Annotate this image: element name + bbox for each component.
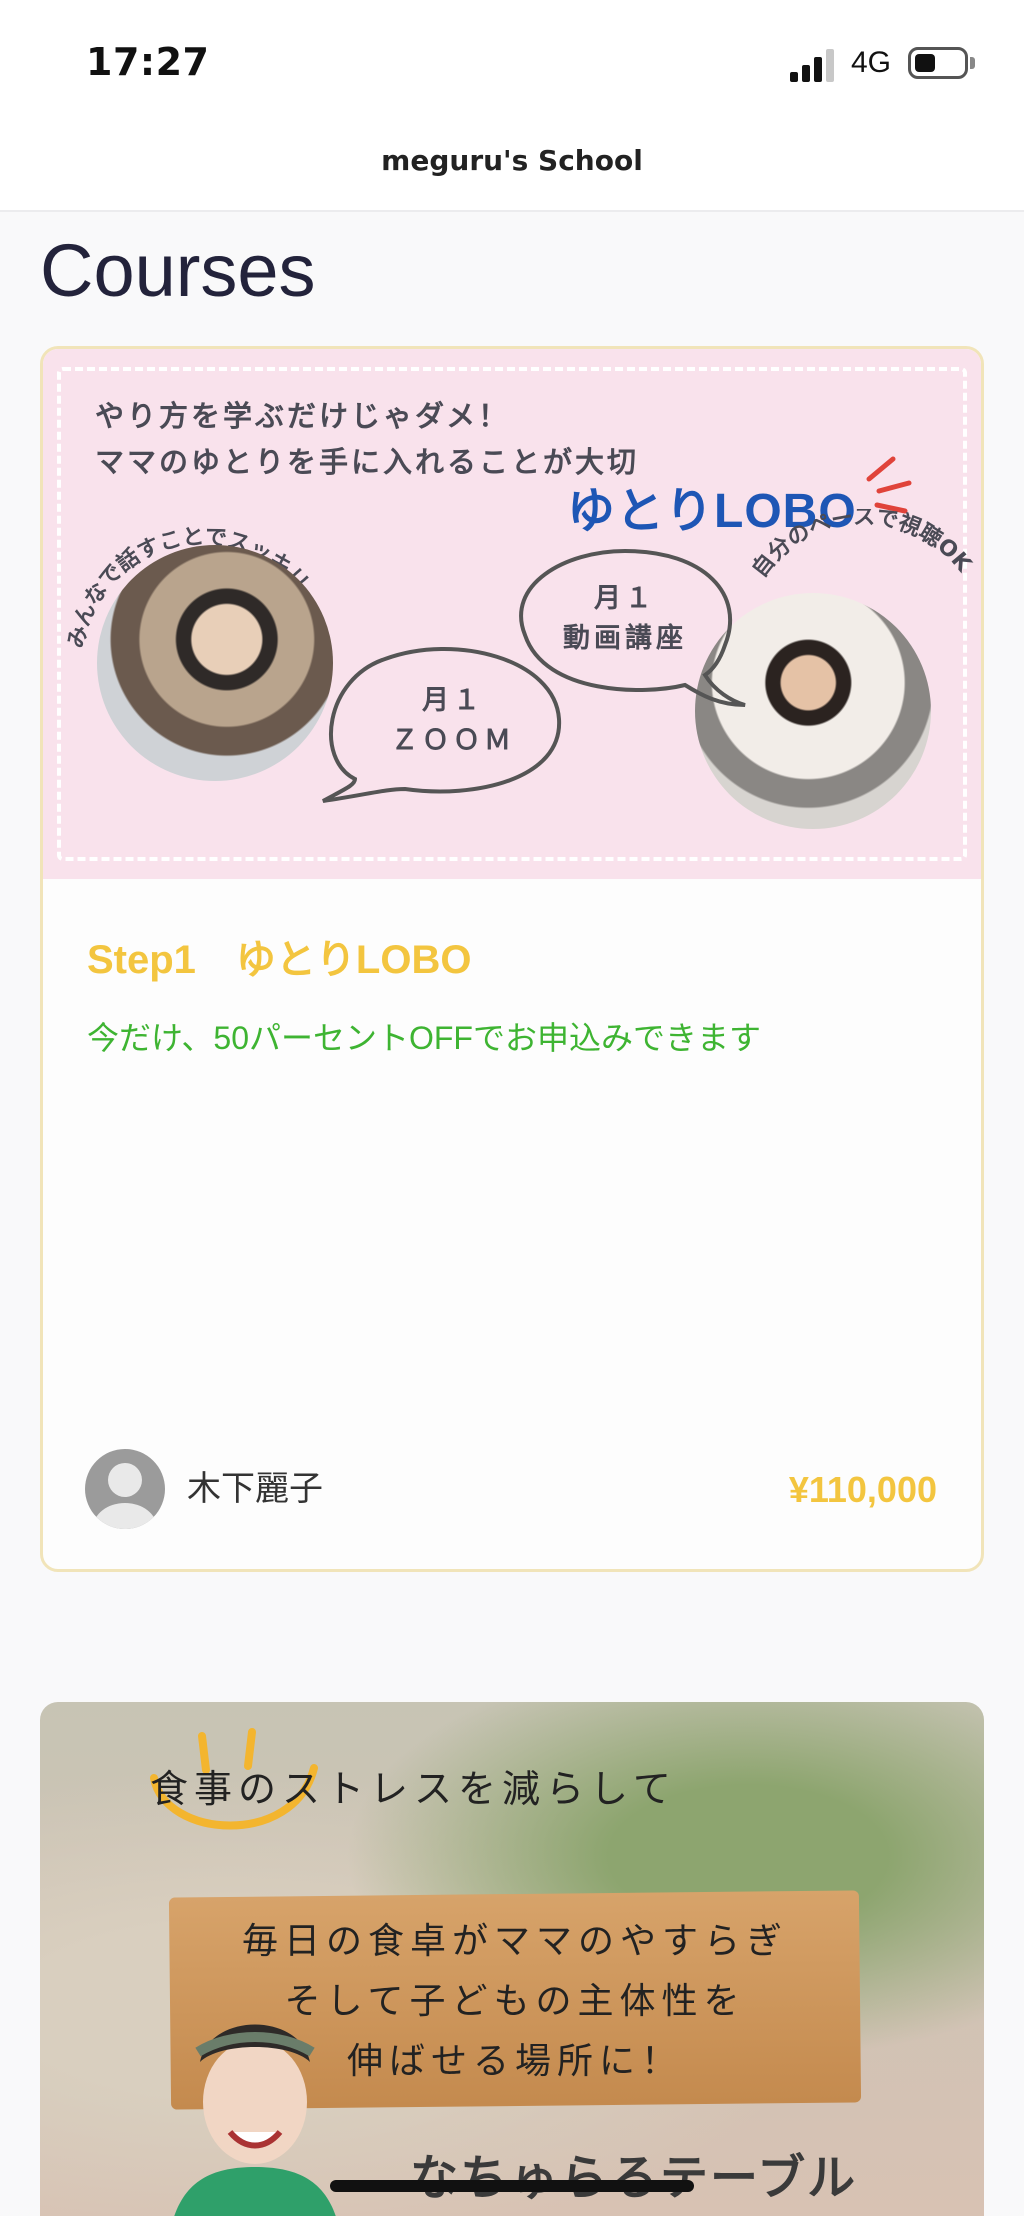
smiling-woman-illustration xyxy=(174,2024,336,2216)
svg-text:自分のペースで視聴OK: 自分のペースで視聴OK xyxy=(747,509,977,582)
course-price: ¥110,000 xyxy=(788,1469,937,1510)
course-card-2[interactable]: 食事のストレスを減らして 毎日の食卓がママのやすらぎ そして子どもの主体性を 伸… xyxy=(40,1702,984,2216)
course-title[interactable]: Step1 ゆとりLOBO xyxy=(87,927,471,985)
bubble-video-line1: 月１ xyxy=(594,583,656,614)
course-banner-image[interactable]: やり方を学ぶだけじゃダメ！ ママのゆとりを手に入れることが大切 ゆとりLOBO … xyxy=(43,349,981,879)
banner-line-1: やり方を学ぶだけじゃダメ！ xyxy=(95,399,511,433)
plank-line-1: 毎日の食卓がママのやすらぎ xyxy=(241,1921,788,1962)
course-description: 今だけ、50パーセントOFFでお申込みできます xyxy=(87,1020,761,1056)
banner-line-2: ママのゆとりを手に入れることが大切 xyxy=(95,445,640,479)
home-indicator[interactable] xyxy=(330,2180,694,2192)
banner2-top-line: 食事のストレスを減らして xyxy=(150,1767,677,1811)
network-type: 4G xyxy=(851,46,892,79)
banner2-brand: なちゅらるテーブル xyxy=(410,2150,858,2206)
school-title[interactable]: meguru's School xyxy=(0,144,1024,177)
bubble-video-line2: 動画講座 xyxy=(563,623,687,654)
bubble-zoom-line2: ＺＯＯＭ xyxy=(391,725,515,756)
battery-tip xyxy=(970,57,975,69)
nav-bar: meguru's School xyxy=(0,120,1024,212)
status-bar: 17:27 4G xyxy=(0,0,1024,120)
signal-icon xyxy=(790,49,834,82)
page-title: Courses xyxy=(40,229,316,312)
avatar xyxy=(85,1449,165,1529)
course-card[interactable]: やり方を学ぶだけじゃダメ！ ママのゆとりを手に入れることが大切 ゆとりLOBO … xyxy=(40,346,984,1572)
battery-icon xyxy=(908,47,968,79)
author-name: 木下麗子 xyxy=(187,1470,323,1508)
photo-zoom-woman xyxy=(97,545,333,781)
status-time: 17:27 xyxy=(86,40,210,84)
